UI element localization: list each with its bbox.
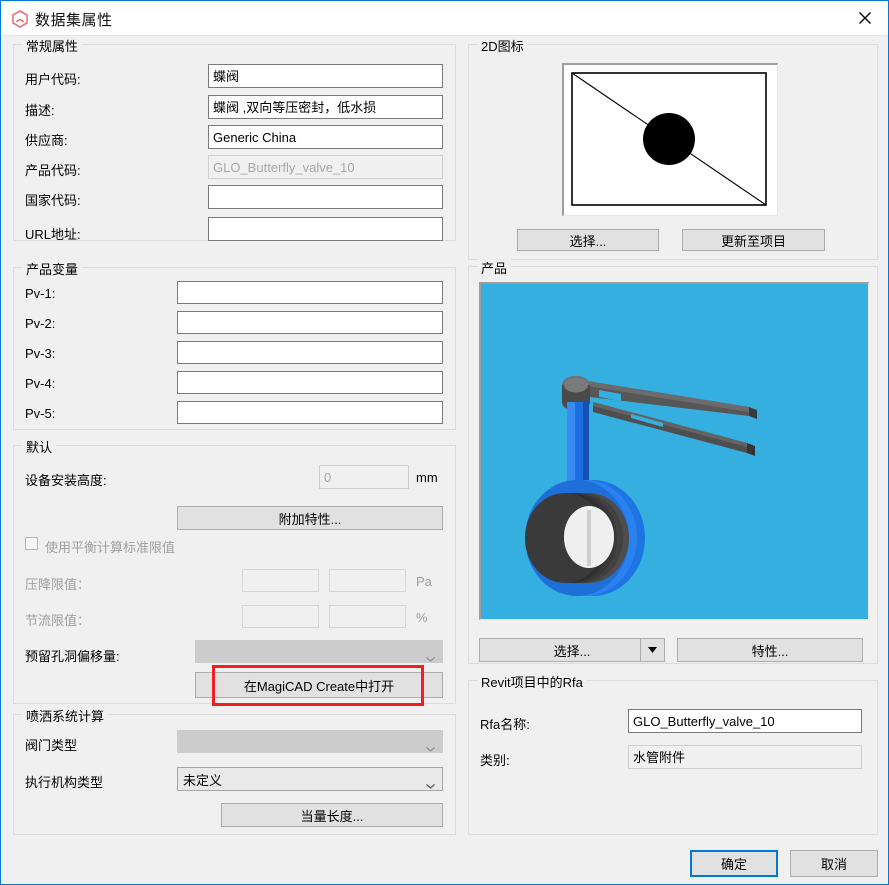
butterfly-valve-2d-symbol (571, 72, 767, 206)
label-pv-4: Pv-4: (25, 376, 56, 391)
additional-properties-button[interactable]: 附加特性... (177, 506, 443, 530)
label-rfa-category: 类别: (480, 753, 510, 768)
throttle-unit: % (416, 610, 428, 625)
label-pv-2: Pv-2: (25, 316, 56, 331)
title-bar: 数据集属性 (1, 1, 888, 36)
equivalent-length-button[interactable]: 当量长度... (221, 803, 443, 827)
pv-2-input[interactable] (177, 311, 443, 334)
chevron-down-icon (426, 650, 435, 662)
actuator-type-select[interactable]: 未定义 (177, 767, 443, 791)
ok-button[interactable]: 确定 (690, 850, 778, 877)
butterfly-valve-3d-render (525, 376, 757, 596)
user-code-input[interactable]: 蝶阀 (208, 64, 443, 88)
pressure-drop-min-input (242, 569, 319, 592)
reserved-hole-offset-select[interactable] (195, 640, 443, 663)
pv-3-input[interactable] (177, 341, 443, 364)
label-actuator-type: 执行机构类型 (25, 775, 104, 790)
label-reserved-hole-offset: 预留孔洞偏移量: (25, 649, 120, 664)
label-install-height: 设备安装高度: (25, 473, 107, 488)
chevron-down-icon (426, 740, 435, 752)
label-description: 描述: (25, 103, 55, 118)
label-rfa-name: Rfa名称: (480, 717, 530, 732)
product-select-split-button[interactable]: 选择... (479, 638, 665, 662)
label-pv-5: Pv-5: (25, 406, 56, 421)
product-properties-button[interactable]: 特性... (677, 638, 863, 662)
label-user-code: 用户代码: (25, 72, 81, 87)
label-valve-type: 阀门类型 (25, 738, 78, 753)
cancel-button[interactable]: 取消 (790, 850, 878, 877)
group-sprinkler-legend: 喷洒系统计算 (23, 706, 109, 725)
label-product-code: 产品代码: (25, 163, 81, 178)
product-3d-preview[interactable] (479, 282, 869, 620)
page-title: 数据集属性 (35, 12, 113, 29)
label-country-code: 国家代码: (25, 193, 81, 208)
group-rfa-legend: Revit项目中的Rfa (478, 672, 587, 691)
group-general-legend: 常规属性 (23, 36, 83, 55)
throttle-min-input (242, 605, 319, 628)
pv-1-input[interactable] (177, 281, 443, 304)
group-product-legend: 产品 (478, 258, 512, 277)
label-url: URL地址: (25, 227, 81, 242)
country-code-input[interactable] (208, 185, 443, 209)
product-code-input: GLO_Butterfly_valve_10 (208, 155, 443, 179)
group-defaults-legend: 默认 (23, 437, 57, 456)
balance-limits-checkbox[interactable] (25, 537, 38, 550)
dataset-properties-dialog: 数据集属性 常规属性 用户代码: 描述: 供应商: 产品代码: 国家代码: UR… (0, 0, 889, 885)
label-pressure-drop: 压降限值： (25, 577, 91, 592)
pv-5-input[interactable] (177, 401, 443, 424)
label-throttle: 节流限值： (25, 613, 91, 628)
label-supplier: 供应商: (25, 133, 68, 148)
supplier-input[interactable]: Generic China (208, 125, 443, 149)
pressure-drop-max-input (329, 569, 406, 592)
label-pv-1: Pv-1: (25, 286, 56, 301)
close-icon[interactable] (842, 1, 888, 35)
chevron-down-icon[interactable] (640, 639, 664, 661)
install-height-input[interactable]: 0 (319, 465, 409, 489)
actuator-type-value: 未定义 (183, 772, 223, 788)
group-product-variables-legend: 产品变量 (23, 259, 83, 278)
product-select-button-label: 选择... (553, 643, 591, 659)
icon-2d-update-to-project-button[interactable]: 更新至项目 (682, 229, 825, 251)
magicad-hexagon-icon (11, 10, 29, 28)
chevron-down-icon (426, 777, 435, 789)
throttle-max-input (329, 605, 406, 628)
label-pv-3: Pv-3: (25, 346, 56, 361)
label-balance-limits: 使用平衡计算标准限值 (45, 540, 176, 555)
rfa-category-value: 水管附件 (628, 745, 862, 769)
install-height-unit: mm (416, 470, 438, 485)
description-input[interactable]: 蝶阀 ,双向等压密封，低水损 (208, 95, 443, 119)
url-input[interactable] (208, 217, 443, 241)
valve-type-select[interactable] (177, 730, 443, 753)
open-in-magicad-create-button[interactable]: 在MagiCAD Create中打开 (195, 672, 443, 698)
pv-4-input[interactable] (177, 371, 443, 394)
icon-2d-select-button[interactable]: 选择... (517, 229, 659, 251)
pressure-drop-unit: Pa (416, 574, 432, 589)
icon-2d-preview[interactable] (562, 63, 778, 216)
group-2d-icon-legend: 2D图标 (478, 36, 528, 55)
rfa-name-input[interactable]: GLO_Butterfly_valve_10 (628, 709, 862, 733)
